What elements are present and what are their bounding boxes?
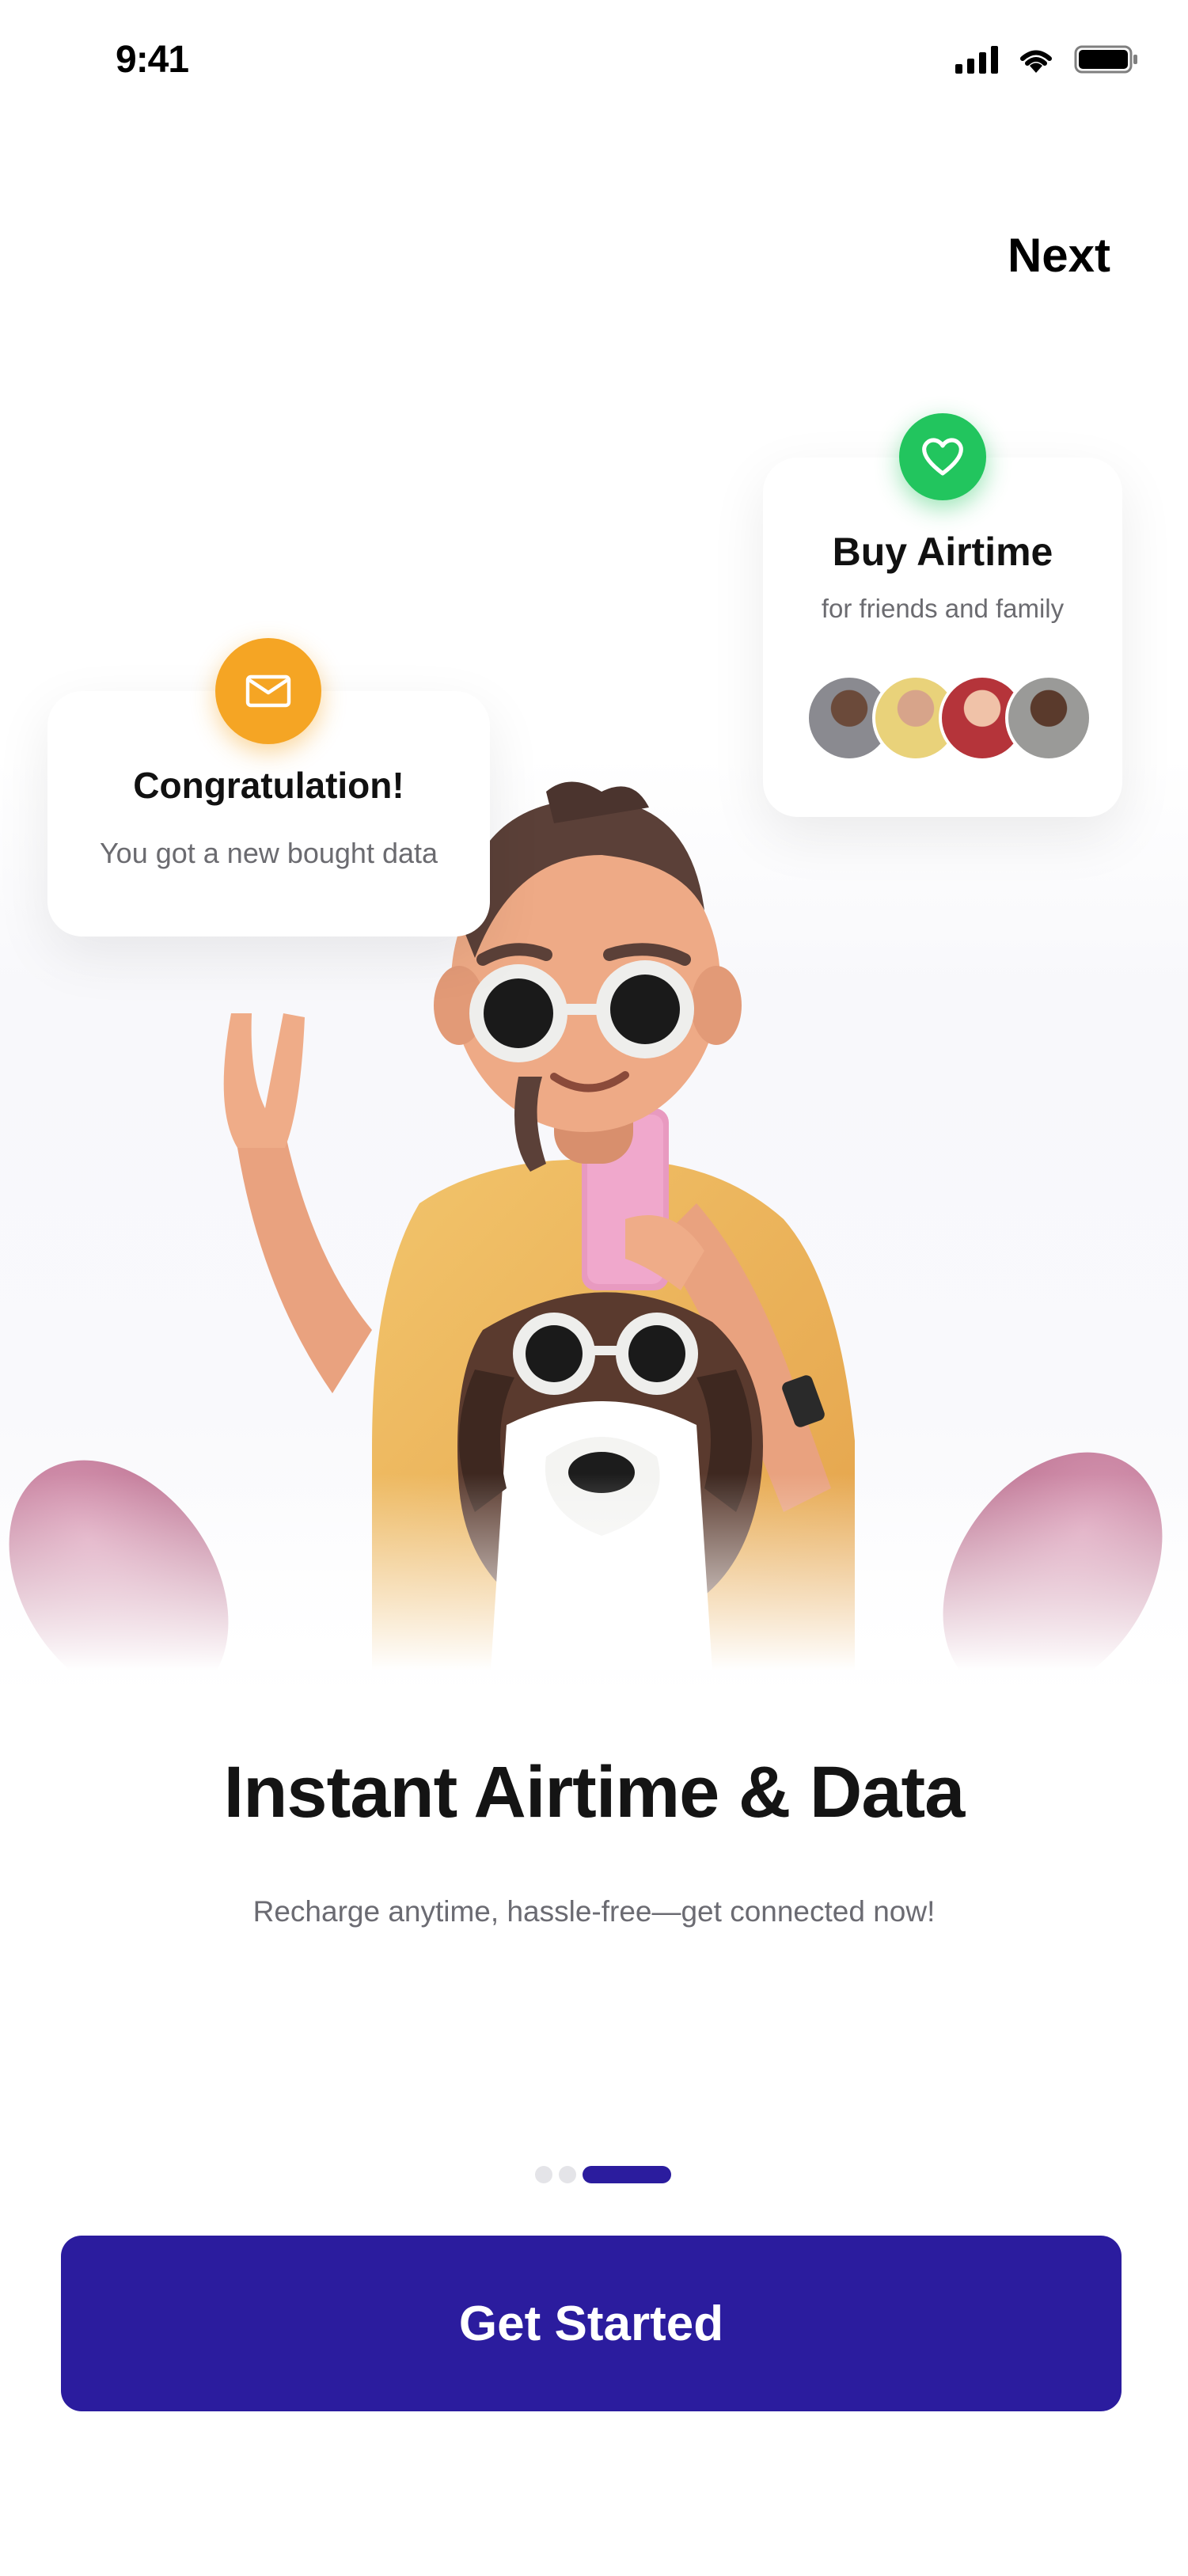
congratulation-title: Congratulation! <box>133 765 404 806</box>
buy-airtime-title: Buy Airtime <box>832 530 1053 574</box>
page-indicator <box>535 2166 671 2183</box>
mail-icon <box>245 674 291 708</box>
page-dot[interactable] <box>559 2166 576 2183</box>
status-icons <box>955 44 1139 74</box>
heart-icon <box>922 438 963 476</box>
battery-icon <box>1074 45 1137 74</box>
next-button[interactable]: Next <box>1008 228 1110 283</box>
page-subtitle: Recharge anytime, hassle-free—get connec… <box>252 1895 936 1928</box>
heart-badge <box>899 413 986 500</box>
wifi-icon <box>1020 50 1052 73</box>
page-title: Instant Airtime & Data <box>223 1752 966 1833</box>
get-started-button[interactable]: Get Started <box>61 2236 1122 2411</box>
page-dot-active[interactable] <box>583 2166 671 2183</box>
avatar <box>1005 674 1092 762</box>
buy-airtime-card[interactable]: Buy Airtime for friends and family <box>763 458 1122 817</box>
page-dot[interactable] <box>535 2166 552 2183</box>
friends-avatars <box>806 674 1092 762</box>
status-time: 9:41 <box>116 39 189 81</box>
buy-airtime-subtitle: for friends and family <box>821 594 1065 623</box>
cellular-signal-icon <box>955 45 998 74</box>
mail-badge <box>215 638 321 744</box>
congratulation-subtitle: You got a new bought data <box>99 837 438 869</box>
